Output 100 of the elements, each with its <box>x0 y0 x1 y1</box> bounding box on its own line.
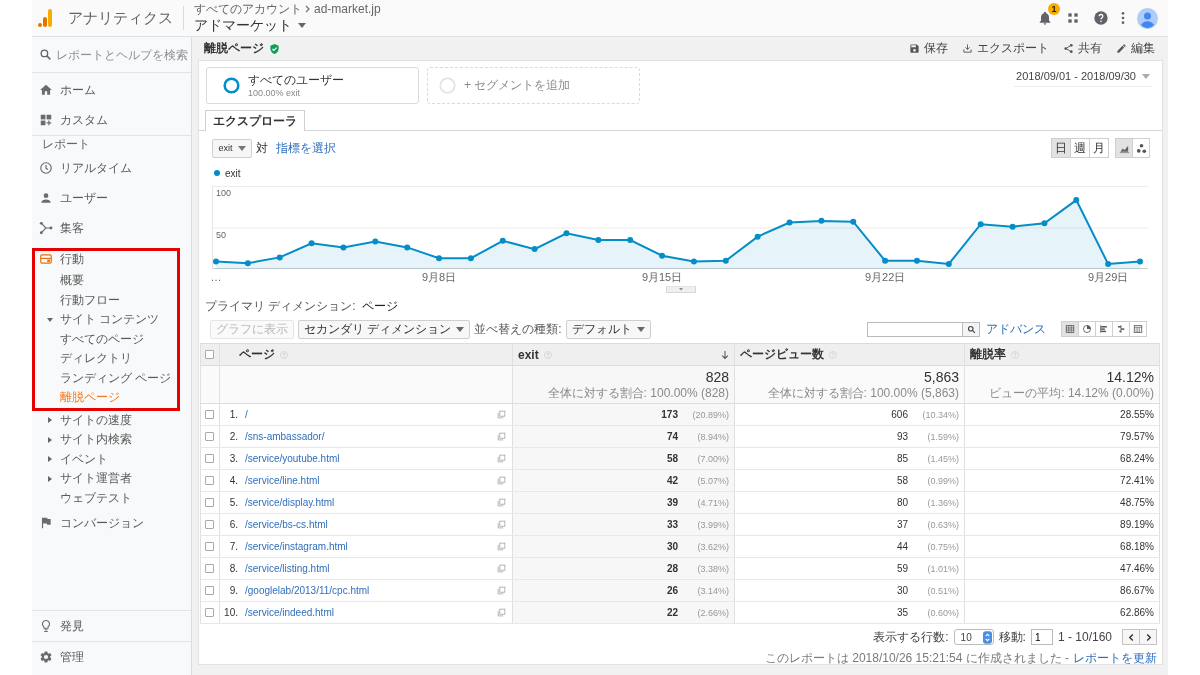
segment-card[interactable]: + セグメントを追加 <box>427 67 640 104</box>
page-link[interactable]: /service/indeed.html <box>245 607 334 618</box>
breadcrumb-link[interactable]: ad-market.jp <box>314 2 381 16</box>
nav-subitem[interactable]: ディレクトリ <box>35 349 177 369</box>
view-button[interactable] <box>1061 321 1079 337</box>
apps-grid-icon[interactable] <box>1065 10 1081 26</box>
toolbar-action[interactable]: エクスポート <box>962 40 1049 57</box>
new-window-icon[interactable] <box>497 520 506 529</box>
exit-count: 58 <box>666 453 678 464</box>
new-window-icon[interactable] <box>497 498 506 507</box>
nav-item[interactable]: ホーム <box>32 75 191 105</box>
page-link[interactable]: /service/line.html <box>245 475 320 486</box>
new-window-icon[interactable] <box>497 476 506 485</box>
view-button[interactable] <box>1129 321 1147 337</box>
toolbar-action[interactable]: 編集 <box>1116 40 1155 57</box>
page-link[interactable]: /service/bs-cs.html <box>245 519 328 530</box>
property-selector[interactable]: アドマーケット <box>194 16 381 34</box>
page-link[interactable]: /googlelab/2013/11/cpc.html <box>245 585 370 596</box>
row-checkbox[interactable] <box>205 586 214 595</box>
bell-icon[interactable] <box>1037 10 1053 26</box>
new-window-icon[interactable] <box>497 432 506 441</box>
rows-per-page-select[interactable]: 10 <box>953 629 994 645</box>
nav-item[interactable]: 発見 <box>32 610 191 641</box>
row-checkbox[interactable] <box>205 410 214 419</box>
nav-subitem[interactable]: ランディング ページ <box>35 368 177 388</box>
row-checkbox[interactable] <box>205 476 214 485</box>
nav-subitem[interactable]: サイトの速度 <box>32 410 191 430</box>
metric-dropdown[interactable]: exit <box>212 138 252 158</box>
new-window-icon[interactable] <box>497 564 506 573</box>
exit-rate: 79.57% <box>1120 431 1154 442</box>
view-button[interactable] <box>1095 321 1113 337</box>
nav-subitem[interactable]: サイト運営者 <box>32 469 191 489</box>
interval-button[interactable]: 日 <box>1051 138 1071 158</box>
row-checkbox[interactable] <box>205 432 214 441</box>
segment-card[interactable]: すべてのユーザー 100.00% exit <box>206 67 419 104</box>
interval-button[interactable]: 月 <box>1089 138 1109 158</box>
chart-type-button[interactable] <box>1115 138 1133 158</box>
select-all-checkbox[interactable] <box>205 350 214 359</box>
sort-type-dropdown[interactable]: デフォルト <box>565 319 651 339</box>
nav-subitem[interactable]: 行動フロー <box>35 290 177 310</box>
column-header[interactable]: 離脱率 <box>964 343 1160 366</box>
more-vert-icon[interactable] <box>1121 10 1125 26</box>
nav-subitem[interactable]: すべてのページ <box>35 329 177 349</box>
row-checkbox[interactable] <box>205 454 214 463</box>
data-point <box>977 221 984 228</box>
nav-item[interactable]: リアルタイム <box>32 153 191 183</box>
column-header[interactable]: ページ <box>219 343 513 366</box>
row-checkbox[interactable] <box>205 498 214 507</box>
row-checkbox[interactable] <box>205 608 214 617</box>
page-link[interactable]: /service/instagram.html <box>245 541 348 552</box>
view-button[interactable] <box>1078 321 1096 337</box>
select-metric-link[interactable]: 指標を選択 <box>276 139 336 157</box>
row-checkbox[interactable] <box>205 520 214 529</box>
tab[interactable]: エクスプローラ <box>205 110 305 131</box>
chart-type-button[interactable] <box>1132 138 1150 158</box>
new-window-icon[interactable] <box>497 454 506 463</box>
table-search-field[interactable] <box>867 321 963 337</box>
x-axis-label: 9月29日 <box>1087 271 1129 283</box>
advanced-filter-link[interactable]: アドバンス <box>986 320 1046 338</box>
page-link[interactable]: /service/listing.html <box>245 563 330 574</box>
nav-item[interactable]: 管理 <box>32 641 191 672</box>
page-number-field[interactable]: 1 <box>1030 629 1053 645</box>
nav-subitem[interactable]: サイト内検索 <box>32 430 191 450</box>
secondary-dimension-dropdown[interactable]: セカンダリ ディメンション <box>298 319 471 339</box>
row-number: 8. <box>228 563 238 574</box>
toolbar-action[interactable]: 共有 <box>1063 40 1102 57</box>
date-range-picker[interactable]: 2018/09/01 - 2018/09/30 <box>1014 70 1152 87</box>
breadcrumb-link[interactable]: すべてのアカウント <box>194 2 302 16</box>
nav-subitem[interactable]: イベント <box>32 449 191 469</box>
nav-subitem[interactable]: 概要 <box>35 271 177 291</box>
next-page-button[interactable] <box>1139 629 1157 645</box>
new-window-icon[interactable] <box>497 410 506 419</box>
avatar-icon[interactable] <box>1137 7 1158 29</box>
refresh-report-link[interactable]: レポートを更新 <box>1073 651 1157 665</box>
nav-item[interactable]: ユーザー <box>32 183 191 213</box>
page-link[interactable]: / <box>245 409 248 420</box>
page-link[interactable]: /service/youtube.html <box>245 453 340 464</box>
collapse-handle[interactable] <box>665 286 696 293</box>
search-button[interactable] <box>963 321 980 337</box>
nav-subitem[interactable]: ウェブテスト <box>32 488 191 508</box>
nav-item[interactable]: カスタム <box>32 105 191 135</box>
column-header[interactable]: ページビュー数 <box>734 343 965 366</box>
nav-subitem[interactable]: サイト コンテンツ <box>35 310 177 330</box>
help-icon[interactable] <box>1093 10 1109 26</box>
search-field[interactable]: レポートとヘルプを検索 <box>56 47 190 62</box>
view-button[interactable] <box>1112 321 1130 337</box>
row-checkbox[interactable] <box>205 564 214 573</box>
nav-item[interactable]: コンバージョン <box>32 508 191 538</box>
new-window-icon[interactable] <box>497 542 506 551</box>
row-checkbox[interactable] <box>205 542 214 551</box>
page-link[interactable]: /service/display.html <box>245 497 335 508</box>
nav-item[interactable]: 集客 <box>32 213 191 243</box>
previous-page-button[interactable] <box>1122 629 1140 645</box>
nav-item[interactable]: 行動 <box>35 251 177 267</box>
toolbar-action[interactable]: 保存 <box>909 40 948 57</box>
interval-button[interactable]: 週 <box>1070 138 1090 158</box>
new-window-icon[interactable] <box>497 586 506 595</box>
column-header[interactable]: exit <box>512 343 735 366</box>
new-window-icon[interactable] <box>497 608 506 617</box>
page-link[interactable]: /sns-ambassador/ <box>245 431 325 442</box>
